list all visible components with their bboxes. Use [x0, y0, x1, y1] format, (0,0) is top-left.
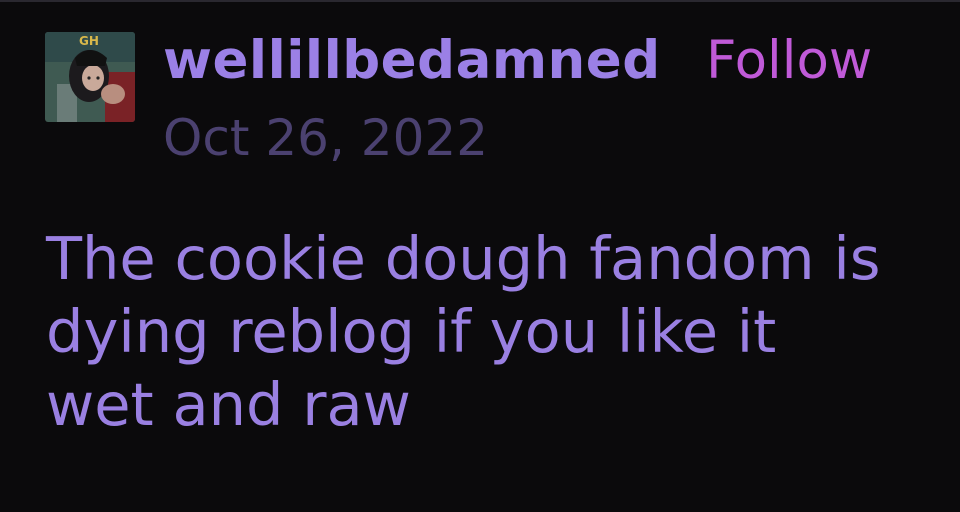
follow-button[interactable]: Follow — [706, 29, 872, 93]
post-date[interactable]: Oct 26, 2022 — [163, 108, 488, 168]
post-text-line: The cookie dough fandom is — [46, 224, 881, 293]
avatar-image: GH — [45, 32, 135, 122]
avatar[interactable]: GH — [45, 32, 135, 122]
top-divider — [0, 0, 960, 2]
username-link[interactable]: wellillbedamned — [163, 29, 661, 93]
post-body: The cookie dough fandom is dying reblog … — [46, 222, 946, 441]
avatar-text: GH — [79, 34, 99, 48]
post-text-line: dying reblog if you like it — [46, 297, 777, 367]
post-text-line: wet and raw — [46, 370, 411, 440]
